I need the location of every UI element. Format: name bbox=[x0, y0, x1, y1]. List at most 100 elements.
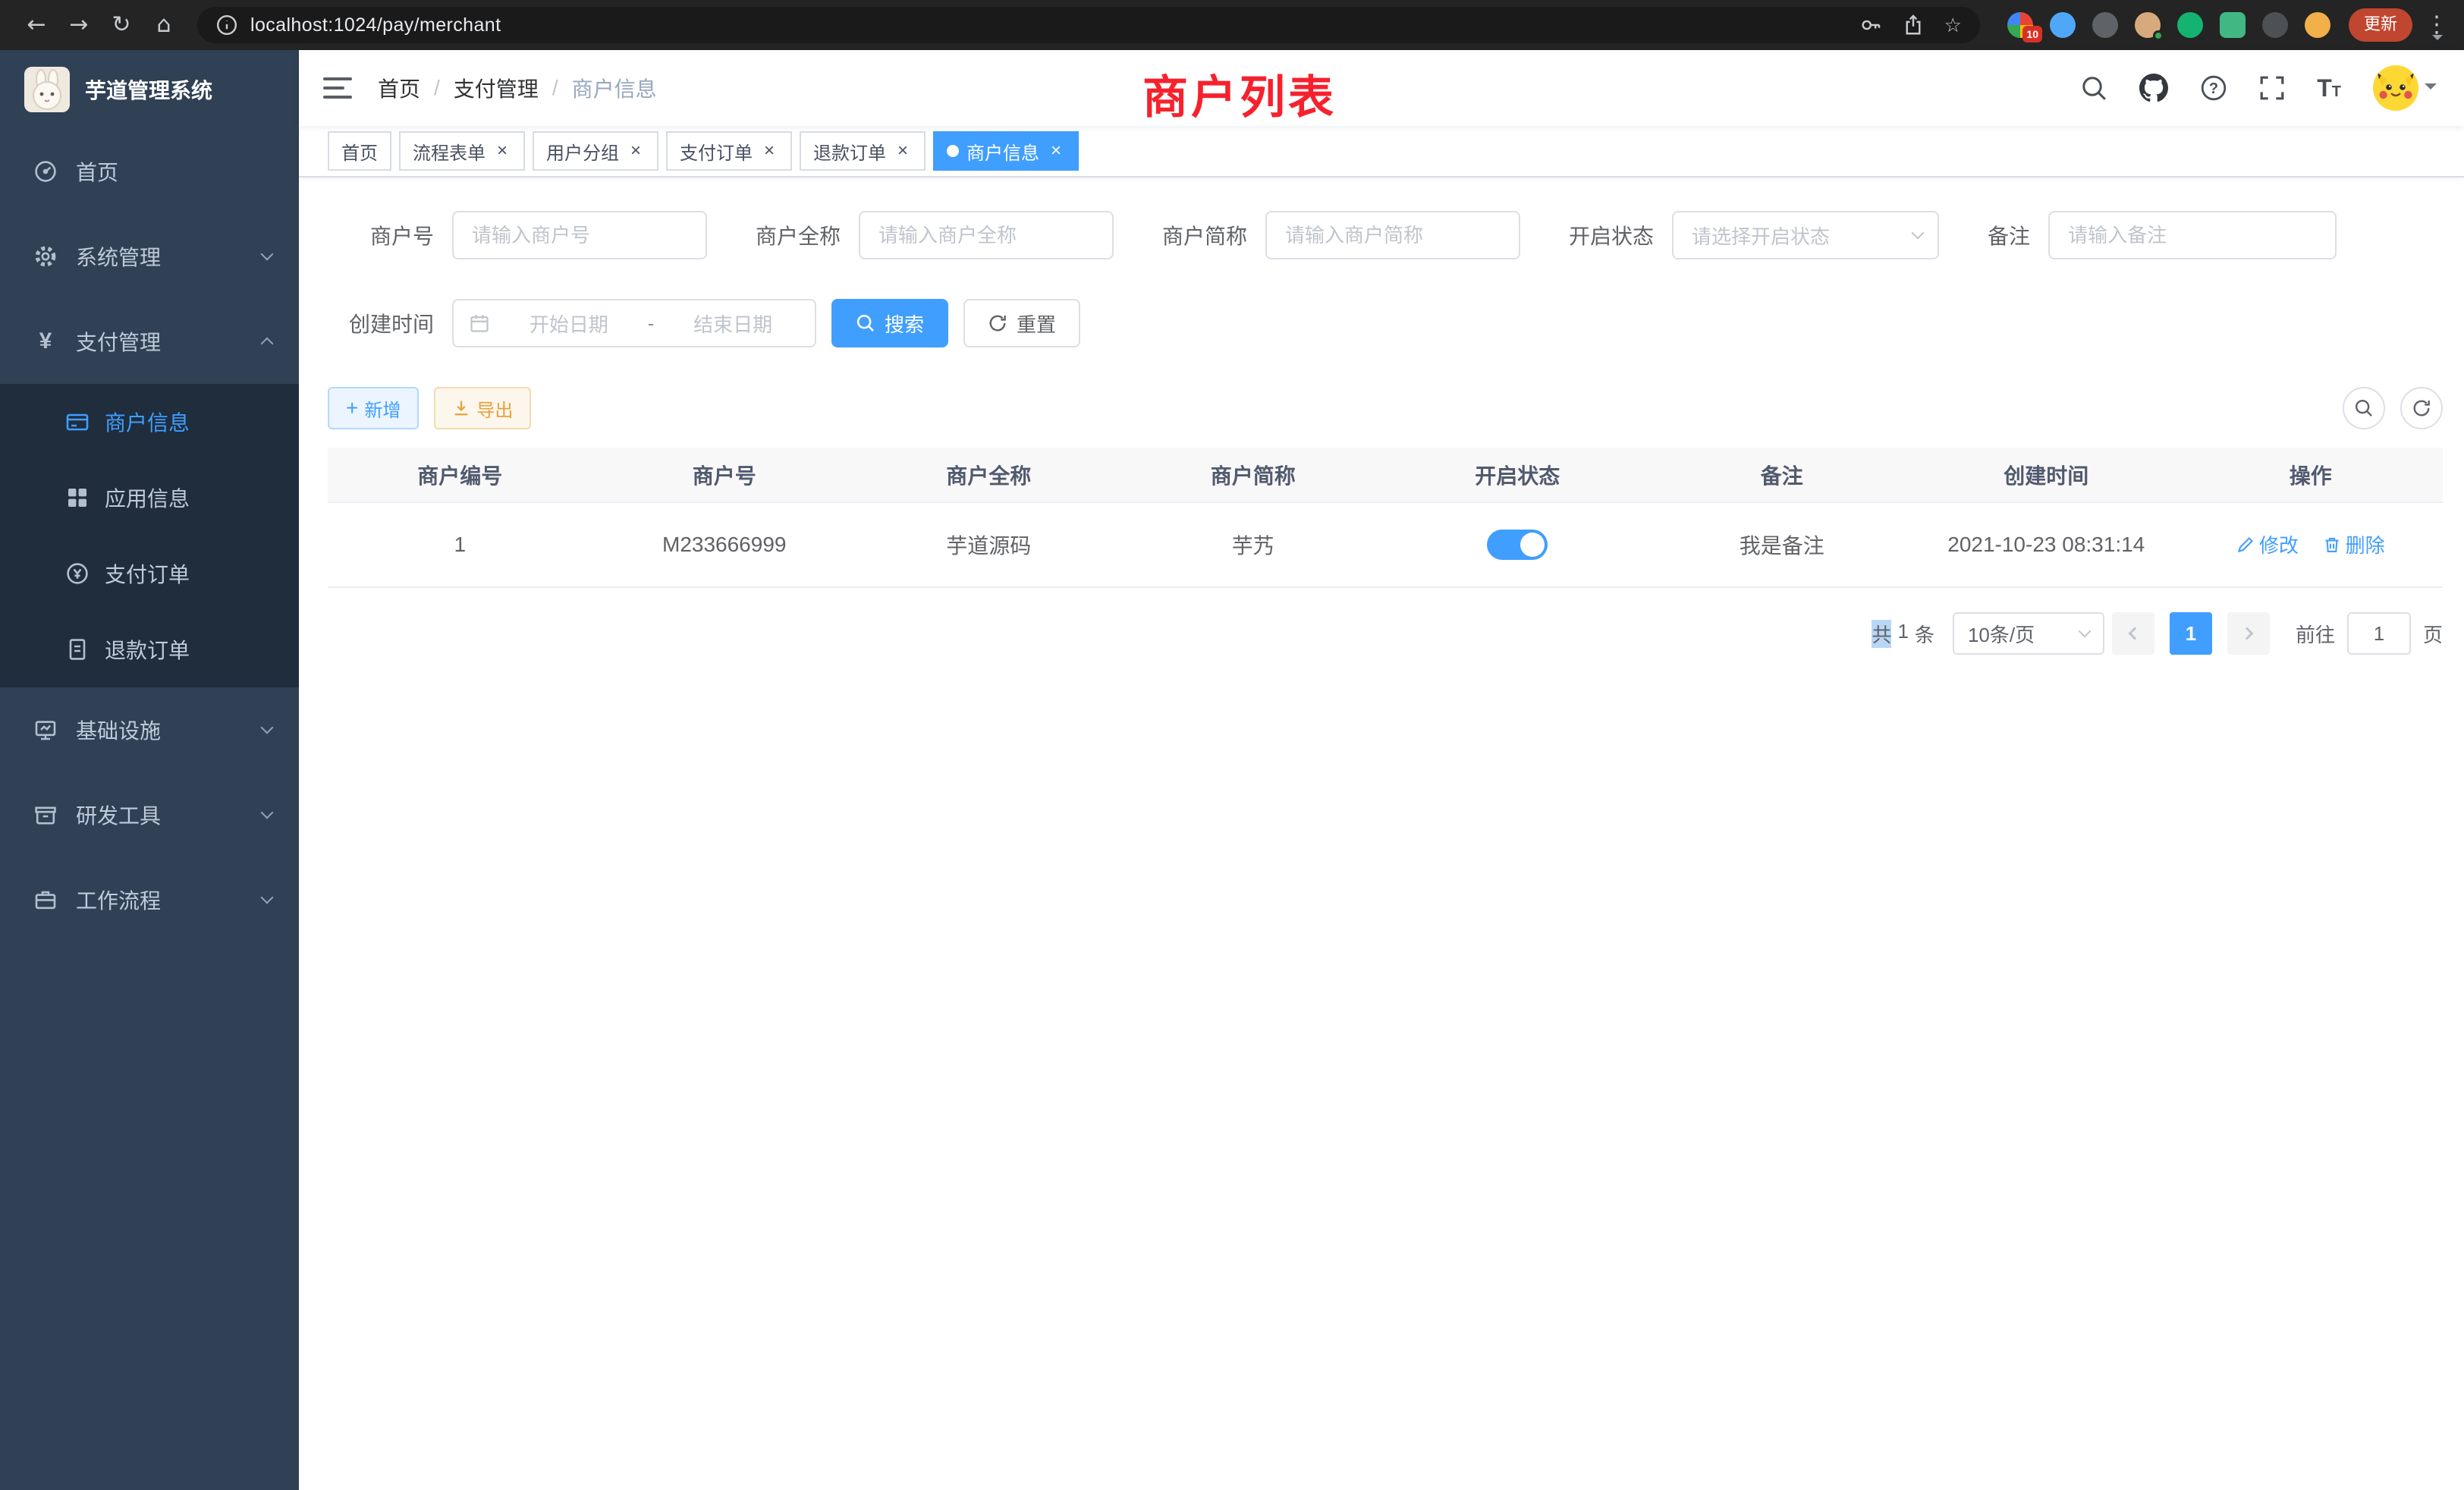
user-avatar-menu[interactable] bbox=[2373, 65, 2437, 111]
sidebar-item-merchant-info[interactable]: 商户信息 bbox=[0, 384, 299, 460]
sidebar-item-system[interactable]: 系统管理 bbox=[0, 214, 299, 299]
share-icon[interactable] bbox=[1902, 14, 1925, 36]
tab-user-group[interactable]: 用户分组 bbox=[533, 131, 658, 171]
sidebar-item-pay-order[interactable]: 支付订单 bbox=[0, 536, 299, 611]
create-time-label: 创建时间 bbox=[328, 308, 434, 338]
extension-pin-icon[interactable] bbox=[2262, 12, 2288, 38]
calendar-icon bbox=[469, 313, 490, 334]
back-icon[interactable]: ← bbox=[15, 0, 58, 50]
sidebar-fold-icon[interactable] bbox=[323, 77, 352, 99]
close-icon[interactable] bbox=[493, 142, 511, 160]
extension-pinwheel-icon[interactable]: 10 bbox=[2007, 12, 2033, 38]
key-icon[interactable] bbox=[1859, 14, 1882, 36]
help-icon[interactable]: ? bbox=[2200, 74, 2227, 102]
status-toggle[interactable] bbox=[1487, 530, 1548, 560]
refresh-icon[interactable] bbox=[2400, 387, 2443, 429]
page-unit-label: 页 bbox=[2423, 620, 2443, 648]
full-name-input[interactable] bbox=[859, 211, 1114, 259]
sidebar-item-workflow[interactable]: 工作流程 bbox=[0, 857, 299, 942]
font-size-icon[interactable]: TT bbox=[2317, 76, 2341, 100]
page-number-1[interactable]: 1 bbox=[2170, 612, 2212, 655]
short-name-label: 商户简称 bbox=[1162, 220, 1247, 250]
reload-icon[interactable]: ↻ bbox=[100, 0, 143, 50]
edit-link[interactable]: 修改 bbox=[2236, 530, 2299, 558]
tab-refund-order[interactable]: 退款订单 bbox=[800, 131, 926, 171]
short-name-input[interactable] bbox=[1265, 211, 1520, 259]
close-icon[interactable] bbox=[627, 142, 645, 160]
goto-label: 前往 bbox=[2296, 620, 2335, 648]
chevron-left-icon bbox=[2128, 627, 2141, 640]
url-bar[interactable]: localhost:1024/pay/merchant ☆ bbox=[197, 7, 1980, 43]
browser-toolbar: ← → ↻ ⌂ localhost:1024/pay/merchant bbox=[0, 0, 2464, 50]
close-icon[interactable] bbox=[1047, 142, 1065, 160]
sidebar-item-infrastructure[interactable]: 基础设施 bbox=[0, 687, 299, 772]
extension-gray-icon[interactable] bbox=[2092, 12, 2118, 38]
sidebar-item-refund-order[interactable]: 退款订单 bbox=[0, 611, 299, 687]
extensions-area: 10 bbox=[1995, 12, 2343, 38]
sidebar-item-label: 支付订单 bbox=[105, 558, 190, 589]
info-icon[interactable] bbox=[215, 14, 238, 36]
tab-home[interactable]: 首页 bbox=[328, 131, 391, 171]
devtools-icon bbox=[33, 803, 58, 827]
cell-merchant-no: M233666999 bbox=[592, 502, 857, 587]
tab-pay-order[interactable]: 支付订单 bbox=[666, 131, 792, 171]
total-prefix: 共 bbox=[1872, 620, 1891, 648]
breadcrumb-home[interactable]: 首页 bbox=[378, 73, 420, 103]
close-icon[interactable] bbox=[894, 142, 912, 160]
github-icon[interactable] bbox=[2139, 74, 2168, 102]
breadcrumb: 首页 / 支付管理 / 商户信息 bbox=[378, 73, 657, 103]
page-size-select[interactable]: 10条/页 bbox=[1953, 612, 2104, 655]
tab-process-form[interactable]: 流程表单 bbox=[399, 131, 525, 171]
logo[interactable]: 芋道管理系统 bbox=[0, 50, 299, 129]
pikachu-avatar bbox=[2373, 65, 2418, 111]
sidebar-item-label: 基础设施 bbox=[76, 715, 161, 745]
add-button[interactable]: + 新增 bbox=[328, 387, 419, 429]
sidebar-item-payment[interactable]: ¥ 支付管理 bbox=[0, 299, 299, 384]
goto-page-input[interactable] bbox=[2347, 612, 2411, 655]
workflow-icon bbox=[33, 888, 58, 912]
status-label: 开启状态 bbox=[1569, 220, 1654, 250]
merchant-no-input[interactable] bbox=[452, 211, 707, 259]
cell-short-name: 芋艿 bbox=[1121, 502, 1386, 587]
sidebar-item-label: 支付管理 bbox=[76, 326, 161, 357]
browser-update-button[interactable]: 更新 bbox=[2349, 8, 2412, 42]
top-navbar: 首页 / 支付管理 / 商户信息 商户列表 bbox=[299, 50, 2464, 126]
cell-remark: 我是备注 bbox=[1650, 502, 1915, 587]
sidebar-item-label: 商户信息 bbox=[105, 407, 190, 437]
export-button[interactable]: 导出 bbox=[434, 387, 531, 429]
trash-icon bbox=[2323, 536, 2341, 554]
breadcrumb-separator: / bbox=[434, 76, 440, 100]
close-icon[interactable] bbox=[760, 142, 778, 160]
create-time-range-picker[interactable]: 开始日期 - 结束日期 bbox=[452, 299, 816, 347]
tags-view-bar: 首页 流程表单 用户分组 支付订单 退款订单 商户信息 bbox=[299, 126, 2464, 178]
page-annotation: 商户列表 bbox=[1142, 61, 1337, 127]
extension-green-circle-icon[interactable] bbox=[2177, 12, 2203, 38]
col-merchant-no: 商户号 bbox=[592, 448, 857, 502]
sidebar-item-home[interactable]: 首页 bbox=[0, 129, 299, 214]
delete-link[interactable]: 删除 bbox=[2323, 530, 2385, 558]
extension-vue-devtools-icon[interactable] bbox=[2220, 12, 2246, 38]
home-icon[interactable]: ⌂ bbox=[143, 0, 185, 50]
extension-emoji-avatar-icon[interactable] bbox=[2305, 12, 2330, 38]
fullscreen-icon[interactable] bbox=[2259, 75, 2285, 101]
bookmark-star-icon[interactable]: ☆ bbox=[1944, 15, 1962, 35]
cell-status bbox=[1385, 502, 1650, 587]
forward-icon[interactable]: → bbox=[58, 0, 100, 50]
extension-avatar-icon[interactable] bbox=[2135, 12, 2161, 38]
chrome-caret-icon[interactable] bbox=[2432, 35, 2443, 46]
extension-blue-icon[interactable] bbox=[2050, 12, 2076, 38]
chevron-down-icon bbox=[261, 248, 274, 261]
breadcrumb-payment[interactable]: 支付管理 bbox=[454, 73, 539, 103]
next-page-button[interactable] bbox=[2227, 612, 2270, 655]
tab-merchant-info[interactable]: 商户信息 bbox=[933, 131, 1079, 171]
sidebar-item-label: 首页 bbox=[76, 156, 118, 187]
search-toggle-icon[interactable] bbox=[2343, 387, 2385, 429]
remark-input[interactable] bbox=[2048, 211, 2337, 259]
sidebar-item-devtools[interactable]: 研发工具 bbox=[0, 772, 299, 857]
sidebar-item-app-info[interactable]: 应用信息 bbox=[0, 460, 299, 536]
search-button[interactable]: 搜索 bbox=[831, 299, 948, 347]
reset-button[interactable]: 重置 bbox=[963, 299, 1080, 347]
prev-page-button[interactable] bbox=[2112, 612, 2154, 655]
status-select[interactable]: 请选择开启状态 bbox=[1672, 211, 1939, 259]
search-icon[interactable] bbox=[2080, 74, 2107, 102]
